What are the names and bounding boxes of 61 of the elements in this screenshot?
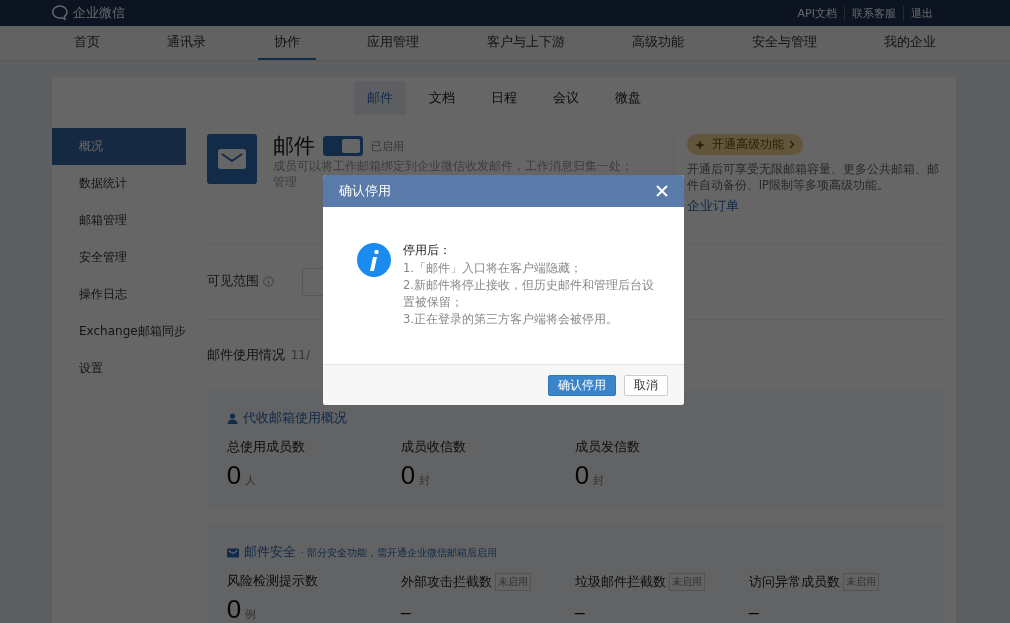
cancel-button[interactable]: 取消: [624, 374, 668, 396]
top-link[interactable]: 退出: [903, 5, 940, 21]
confirm-button[interactable]: 确认停用: [548, 374, 616, 396]
stat-label: 风险检测提示数: [226, 573, 318, 590]
info-icon: [262, 276, 274, 287]
section-title: 代收邮箱使用概况: [242, 410, 347, 427]
stat-label: 总使用成员数: [226, 439, 306, 456]
sidebar-item[interactable]: 数据统计: [52, 165, 186, 202]
chevron-right-icon: [788, 140, 795, 149]
person-icon: [226, 413, 238, 424]
nav-tab[interactable]: 协作: [257, 26, 316, 60]
dialog-heading: 停用后：: [403, 243, 452, 258]
logo-text: 企业微信: [73, 4, 125, 22]
sidebar-item[interactable]: 邮箱管理: [52, 202, 186, 239]
top-link[interactable]: API文档: [790, 5, 844, 21]
sidebar-item[interactable]: 概况: [52, 128, 186, 165]
visibility-label: 可见范围: [206, 273, 259, 290]
nav-tab[interactable]: 首页: [57, 26, 116, 60]
dialog-text: 3.正在登录的第三方客户端将会被停用。: [403, 311, 619, 328]
order-link[interactable]: 企业订单: [686, 198, 943, 215]
sidebar-item[interactable]: 操作日志: [52, 276, 186, 313]
stat-value: 0: [400, 460, 416, 491]
section-title: 邮件安全: [243, 544, 296, 561]
stat-value: –: [748, 601, 759, 623]
nav-tab[interactable]: 安全与管理: [735, 26, 833, 60]
top-link[interactable]: 联系客服: [844, 5, 903, 21]
usage-label: 邮件使用情况: [206, 346, 285, 364]
envelope-icon: [226, 547, 239, 558]
nav-tab[interactable]: 高级功能: [616, 26, 701, 60]
toggle-switch[interactable]: [322, 136, 363, 156]
sub-tab[interactable]: 文档: [416, 81, 468, 115]
nav-tab[interactable]: 我的企业: [868, 26, 953, 60]
sidebar-item[interactable]: 设置: [52, 350, 186, 387]
nav-tab[interactable]: 通讯录: [151, 26, 223, 60]
sub-tab[interactable]: 会议: [540, 81, 592, 115]
stat-value: 0: [226, 594, 242, 623]
stat-value: –: [574, 601, 585, 623]
sidebar-item[interactable]: Exchange邮箱同步: [52, 313, 186, 350]
stat-value: 0: [226, 460, 242, 491]
stat-label: 访问异常成员数: [748, 573, 840, 591]
dialog-text: 1.「邮件」入口将在客户端隐藏；: [403, 260, 583, 277]
stat-label: 成员收信数: [400, 439, 467, 456]
sub-tab[interactable]: 微盘: [602, 81, 654, 115]
chat-bubble-icon: [52, 5, 70, 21]
app-title: 邮件: [272, 134, 315, 158]
stat-value: –: [400, 601, 411, 623]
sidebar-item[interactable]: 安全管理: [52, 239, 186, 276]
section-note: · 部分安全功能，需开通企业微信邮箱后启用: [300, 545, 497, 560]
stat-value: 0: [574, 460, 590, 491]
stat-label: 外部攻击拦截数: [400, 573, 492, 591]
sub-tab[interactable]: 日程: [478, 81, 530, 115]
stat-label: 垃圾邮件拦截数: [574, 573, 666, 591]
mail-app-icon: [206, 134, 257, 184]
stat-label: 成员发信数: [574, 439, 641, 456]
close-icon[interactable]: [656, 185, 668, 197]
dialog-title: 确认停用: [339, 182, 391, 200]
nav-tab[interactable]: 客户与上下游: [470, 26, 581, 60]
info-icon: [357, 243, 391, 277]
sub-tab[interactable]: 邮件: [354, 81, 406, 115]
dialog-text: 2.新邮件将停止接收，但历史邮件和管理后台设置被保留；: [403, 277, 655, 311]
nav-tab[interactable]: 应用管理: [351, 26, 436, 60]
